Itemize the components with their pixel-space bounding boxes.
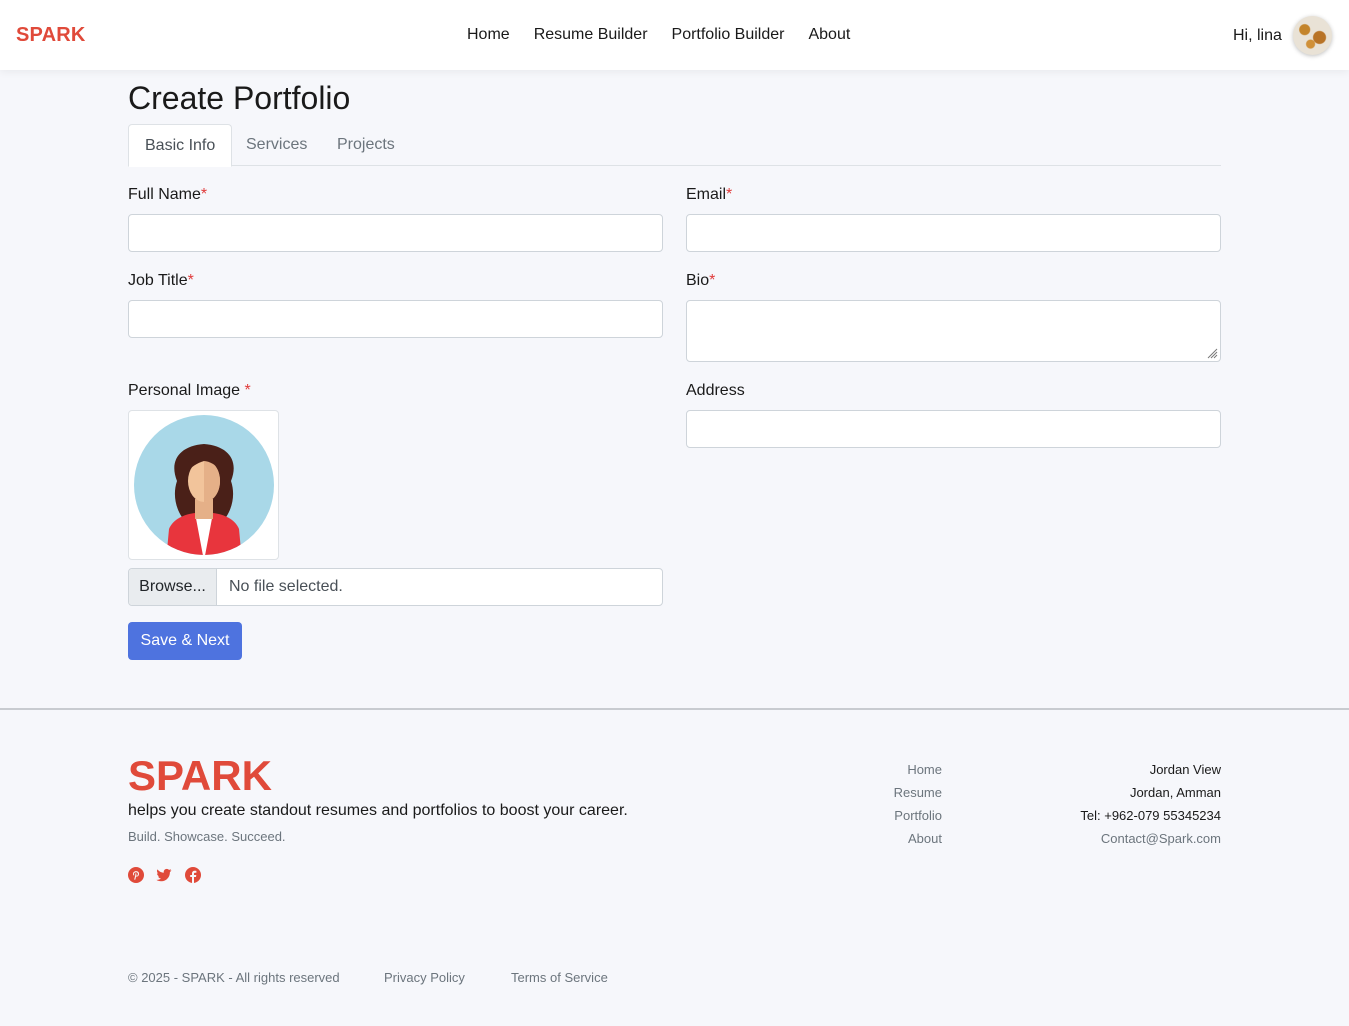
- bio-textarea[interactable]: [686, 300, 1221, 362]
- nav-resume-builder[interactable]: Resume Builder: [522, 26, 660, 44]
- page-title: Create Portfolio: [128, 80, 351, 116]
- contact-location: Jordan View: [1149, 762, 1221, 777]
- personal-image-label-text: Personal Image: [128, 382, 245, 399]
- nav-home[interactable]: Home: [455, 26, 522, 44]
- full-name-label-text: Full Name: [128, 186, 201, 203]
- tab-services[interactable]: Services: [230, 124, 323, 166]
- footer-divider: [0, 708, 1349, 710]
- full-name-label: Full Name*: [128, 186, 207, 204]
- footer-brand: SPARK: [128, 752, 272, 799]
- full-name-input[interactable]: [128, 214, 663, 252]
- privacy-policy-link[interactable]: Privacy Policy: [384, 970, 465, 985]
- job-title-label: Job Title*: [128, 272, 194, 290]
- image-file-input[interactable]: Browse... No file selected.: [128, 568, 663, 606]
- nav-links: Home Resume Builder Portfolio Builder Ab…: [455, 26, 862, 44]
- email-label: Email*: [686, 186, 732, 204]
- tab-basic-info[interactable]: Basic Info: [128, 124, 233, 167]
- required-marker: *: [200, 186, 208, 203]
- resize-handle-icon[interactable]: [1206, 347, 1218, 359]
- required-marker: *: [709, 272, 716, 289]
- tab-projects[interactable]: Projects: [321, 124, 411, 166]
- file-status-text: No file selected.: [229, 578, 343, 595]
- bio-label-text: Bio: [686, 272, 710, 289]
- terms-of-service-link[interactable]: Terms of Service: [511, 970, 608, 985]
- nav-portfolio-builder[interactable]: Portfolio Builder: [660, 26, 797, 44]
- job-title-input[interactable]: [128, 300, 663, 338]
- footer-motto: Build. Showcase. Succeed.: [128, 829, 286, 844]
- user-avatar[interactable]: [1293, 16, 1332, 55]
- personal-image-preview: [128, 410, 279, 560]
- browse-button[interactable]: Browse...: [129, 569, 217, 605]
- default-avatar-icon: [134, 415, 274, 555]
- bio-label: Bio*: [686, 272, 715, 290]
- contact-email[interactable]: Contact@Spark.com: [1020, 827, 1221, 850]
- footer-tagline: helps you create standout resumes and po…: [128, 802, 628, 819]
- contact-phone: Tel: +962-079 55345234: [1080, 808, 1221, 823]
- twitter-icon[interactable]: [156, 867, 172, 883]
- footer-link-resume[interactable]: Resume: [842, 781, 942, 804]
- footer-links: Home Resume Portfolio About: [842, 758, 942, 850]
- copyright: © 2025 - SPARK - All rights reserved: [128, 970, 340, 985]
- portfolio-tabs: Basic Info Services Projects: [128, 124, 1221, 167]
- save-next-button[interactable]: Save & Next: [128, 622, 242, 660]
- nav-about[interactable]: About: [796, 26, 862, 44]
- brand-logo[interactable]: SPARK: [16, 24, 86, 47]
- user-greeting: Hi, lina: [1233, 27, 1282, 44]
- footer-link-home[interactable]: Home: [842, 758, 942, 781]
- facebook-icon[interactable]: [185, 867, 201, 883]
- footer-contact: Jordan View Jordan, Amman Tel: +962-079 …: [1020, 758, 1221, 850]
- required-marker: *: [244, 382, 251, 399]
- address-input[interactable]: [686, 410, 1221, 448]
- footer-link-portfolio[interactable]: Portfolio: [842, 804, 942, 827]
- address-label: Address: [686, 382, 745, 399]
- required-marker: *: [187, 272, 194, 289]
- personal-image-label: Personal Image *: [128, 382, 251, 400]
- pinterest-icon[interactable]: [128, 867, 144, 883]
- required-marker: *: [726, 186, 733, 203]
- top-navbar: SPARK Home Resume Builder Portfolio Buil…: [0, 0, 1349, 70]
- job-title-label-text: Job Title: [128, 272, 188, 289]
- contact-city: Jordan, Amman: [1129, 785, 1221, 800]
- email-label-text: Email: [686, 186, 727, 203]
- email-input[interactable]: [686, 214, 1221, 252]
- footer-link-about[interactable]: About: [842, 827, 942, 850]
